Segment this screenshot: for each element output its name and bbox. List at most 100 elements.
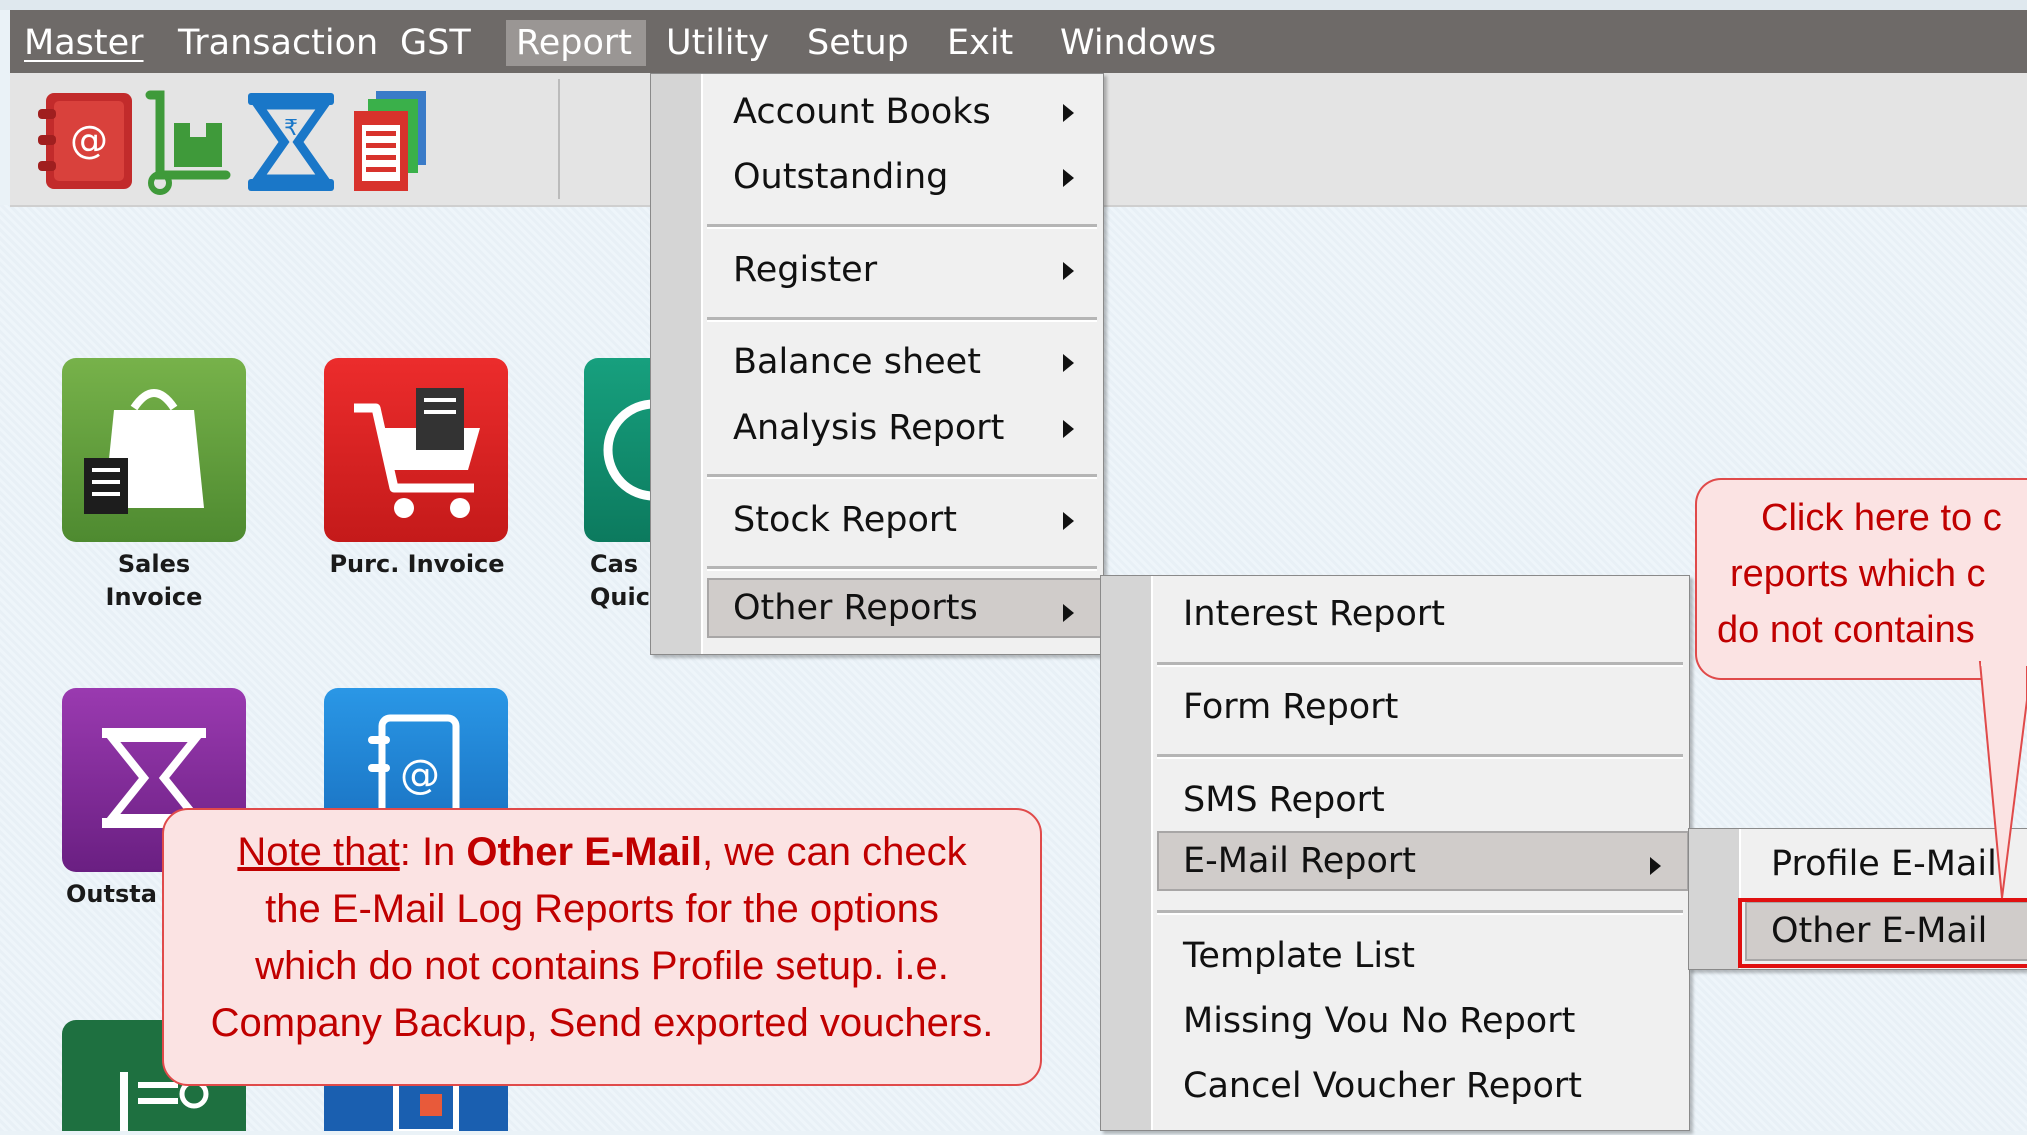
menu-report-label: Report [516, 23, 633, 63]
menu-separator [707, 224, 1097, 229]
menu-item-label: Balance sheet [733, 342, 981, 382]
menu-utility-label: Utility [666, 23, 769, 63]
menu-item-label: Cancel Voucher Report [1183, 1066, 1583, 1106]
submenu-arrow-icon [1063, 512, 1074, 530]
menu-item-other-reports[interactable]: Other Reports [707, 578, 1119, 638]
menu-item-template-list[interactable]: Template List [1183, 928, 1415, 984]
menu-separator [707, 317, 1097, 322]
hourglass-rupee-icon[interactable]: ₹ [236, 87, 346, 197]
other-reports-submenu: Interest Report Form Report SMS Report E… [1100, 575, 1690, 1131]
submenu-arrow-icon [1063, 262, 1074, 280]
menu-item-missing-vou-no-report[interactable]: Missing Vou No Report [1183, 993, 1575, 1049]
menu-item-analysis-report[interactable]: Analysis Report [733, 400, 1004, 456]
cash-quick-label: Cas Quic [590, 548, 650, 614]
sales-invoice-label-line2: Invoice [105, 583, 203, 611]
report-dropdown-menu: Account Books Outstanding Register Balan… [650, 73, 1119, 655]
menu-exit-label: Exit [947, 23, 1014, 63]
menu-bar: Master Transaction GST Report Utility Se… [10, 10, 2027, 73]
submenu-arrow-icon [1063, 604, 1074, 622]
address-book-icon[interactable]: @ [32, 87, 142, 197]
svg-text:₹: ₹ [284, 116, 298, 141]
menu-item-label: Account Books [733, 92, 991, 132]
window-top-edge [0, 0, 2027, 10]
shopping-bag-icon [84, 389, 204, 514]
outstanding-label: Outsta [66, 878, 166, 911]
menu-setup[interactable]: Setup [807, 20, 909, 66]
menu-transaction[interactable]: Transaction [178, 20, 378, 66]
submenu-arrow-icon [1063, 420, 1074, 438]
menu-item-outstanding[interactable]: Outstanding [733, 149, 948, 205]
trolley-icon[interactable] [130, 87, 240, 197]
menu-gst[interactable]: GST [400, 20, 471, 66]
callout-note: Note that: In Other E-Mail, we can check… [162, 808, 1042, 1086]
menu-item-account-books[interactable]: Account Books [733, 84, 991, 140]
cash-icon [603, 399, 705, 501]
menu-item-register[interactable]: Register [733, 242, 877, 298]
cash-quick-label-line1: Cas [590, 550, 639, 578]
callout-note-bold: Other E-Mail [466, 830, 703, 874]
callout-note-line4: Company Backup, Send exported vouchers. [210, 1001, 994, 1045]
menu-item-label: Interest Report [1183, 594, 1446, 634]
callout-pointer-icon [1978, 660, 2027, 899]
menu-windows-label: Windows [1060, 23, 1217, 63]
menu-windows[interactable]: Windows [1060, 20, 1216, 66]
menu-item-label: E-Mail Report [1183, 841, 1416, 881]
submenu-arrow-icon [1063, 104, 1074, 122]
shopping-cart-icon [354, 388, 480, 518]
menu-separator [1157, 754, 1683, 759]
callout-right-line2: reports which c [1730, 553, 1986, 595]
cash-quick-tile[interactable] [584, 358, 705, 542]
other-email-highlight-box [1738, 898, 2027, 968]
menu-separator [707, 474, 1097, 479]
menu-separator [1157, 910, 1683, 915]
menu-item-label: Form Report [1183, 687, 1399, 727]
menu-item-label: SMS Report [1183, 780, 1385, 820]
menu-master-label: Master [24, 23, 144, 63]
menu-gutter [1101, 576, 1153, 1130]
callout-note-line1: Note that: In Other E-Mail, we can check [164, 824, 1040, 881]
menu-item-label: Missing Vou No Report [1183, 1001, 1576, 1041]
menu-item-label: Stock Report [733, 500, 958, 540]
menu-item-cancel-voucher-report[interactable]: Cancel Voucher Report [1183, 1058, 1582, 1114]
outstanding-label-line1: Outsta [66, 880, 157, 908]
menu-gutter [1689, 829, 1741, 969]
sales-invoice-tile[interactable] [62, 358, 246, 542]
sales-invoice-label: Sales Invoice [52, 548, 256, 614]
menu-separator [1157, 662, 1683, 667]
menu-item-interest-report[interactable]: Interest Report [1183, 586, 1445, 642]
svg-text:@: @ [400, 752, 440, 798]
menu-report[interactable]: Report [506, 20, 646, 66]
callout-right-line1: Click here to c [1761, 497, 2002, 539]
purc-invoice-label-line1: Purc. Invoice [329, 550, 505, 578]
toolbar-separator [558, 79, 560, 199]
menu-item-balance-sheet[interactable]: Balance sheet [733, 334, 981, 390]
menu-item-label: Register [733, 250, 878, 290]
menu-master[interactable]: Master [24, 20, 144, 66]
menu-exit[interactable]: Exit [947, 20, 1013, 66]
submenu-arrow-icon [1063, 169, 1074, 187]
menu-gst-label: GST [400, 23, 471, 63]
purc-invoice-tile[interactable] [324, 358, 508, 542]
menu-separator [707, 566, 1097, 571]
cash-quick-label-line2: Quic [590, 583, 650, 611]
svg-text:@: @ [70, 118, 108, 162]
callout-note-line2: the E-Mail Log Reports for the options [265, 887, 939, 931]
sales-invoice-label-line1: Sales [117, 550, 191, 578]
menu-gutter [651, 74, 703, 654]
menu-item-sms-report[interactable]: SMS Report [1183, 772, 1385, 828]
menu-setup-label: Setup [807, 23, 909, 63]
submenu-arrow-icon [1063, 354, 1074, 372]
menu-utility[interactable]: Utility [666, 20, 769, 66]
menu-item-form-report[interactable]: Form Report [1183, 679, 1398, 735]
menu-transaction-label: Transaction [178, 23, 379, 63]
callout-right-line3: do not contains [1717, 609, 1975, 651]
callout-note-text2: , we can check [702, 830, 967, 874]
callout-note-text1: : In [399, 830, 467, 874]
menu-item-email-report[interactable]: E-Mail Report [1157, 831, 1689, 891]
menu-item-stock-report[interactable]: Stock Report [733, 492, 957, 548]
callout-note-line3: which do not contains Profile setup. i.e… [255, 944, 949, 988]
menu-item-label: Template List [1183, 936, 1416, 976]
submenu-arrow-icon [1650, 857, 1661, 875]
documents-icon[interactable] [336, 87, 446, 197]
menu-item-label: Outstanding [733, 157, 949, 197]
